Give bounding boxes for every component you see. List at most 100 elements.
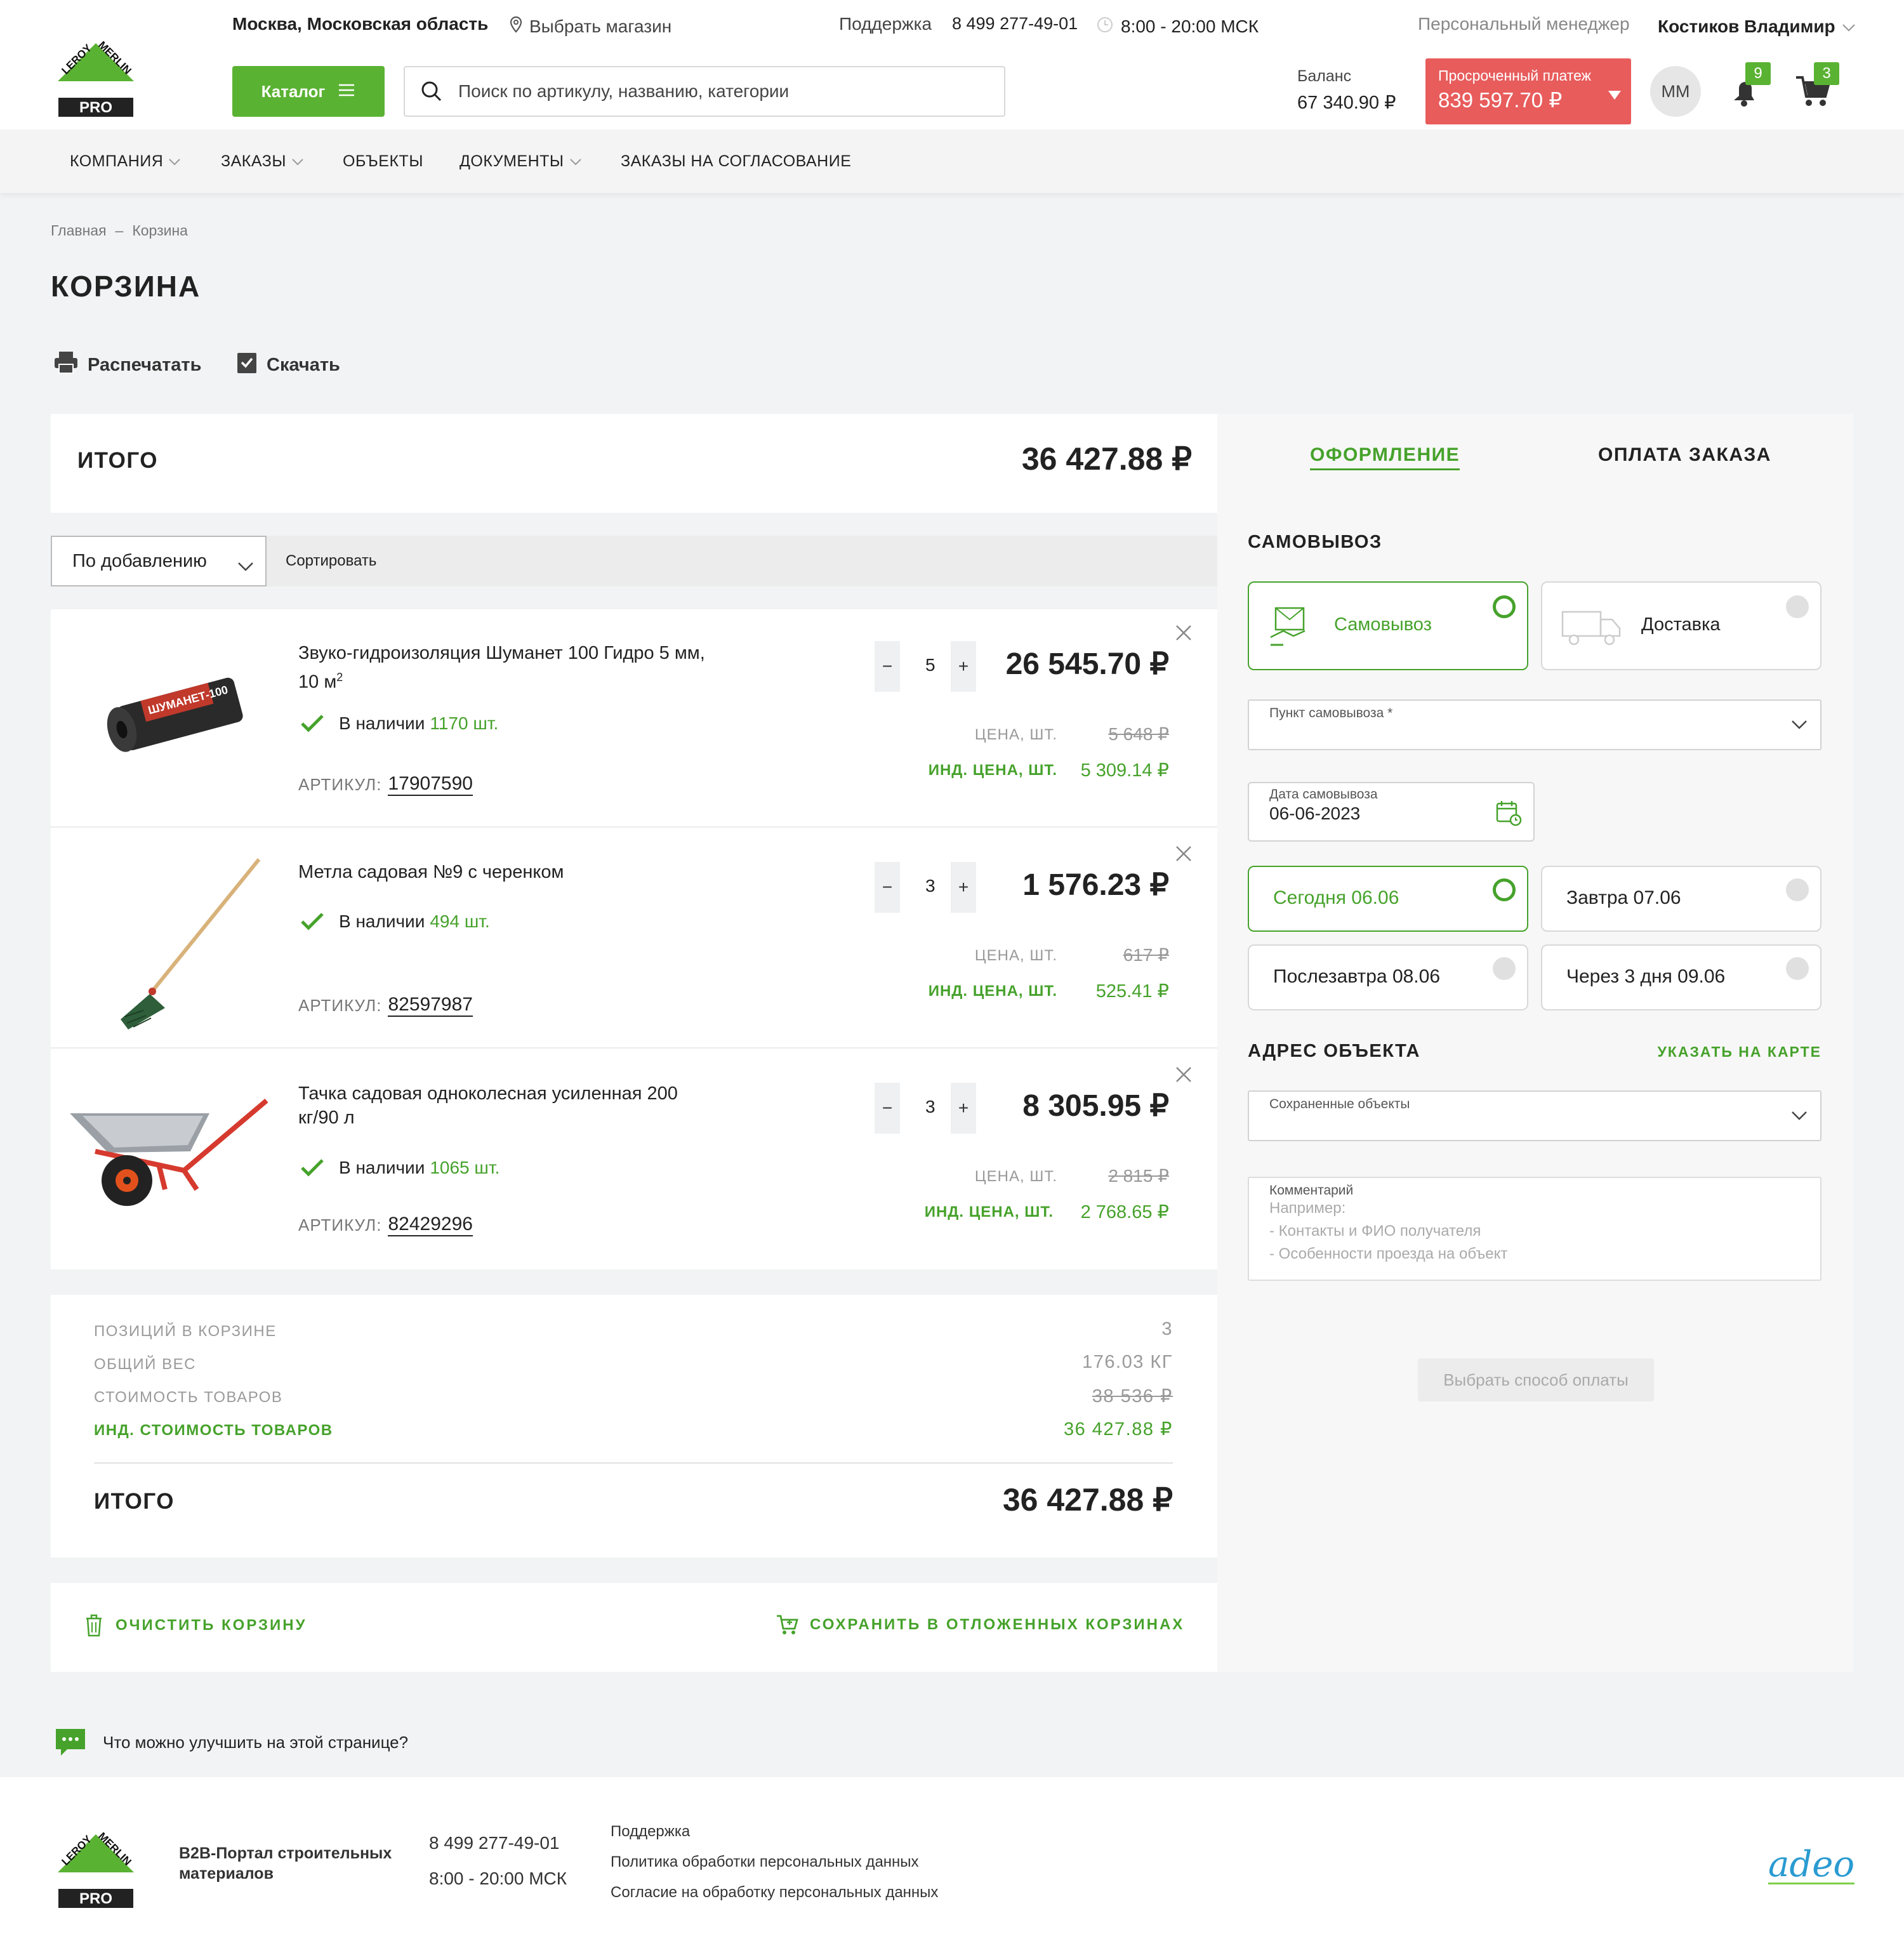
increase-qty-button[interactable]: +	[951, 862, 976, 913]
sort-select[interactable]: По добавлению	[51, 536, 267, 586]
cart-save-icon	[777, 1615, 798, 1634]
leroy-merlin-pro-logo[interactable]: LEROY MERLIN PRO	[55, 37, 137, 119]
nav-label: КОМПАНИЯ	[70, 152, 164, 170]
choose-payment-button[interactable]: Выбрать способ оплаты	[1418, 1358, 1654, 1401]
product-name[interactable]: Звуко-гидроизоляция Шуманет 100 Гидро 5 …	[298, 641, 705, 694]
article-row: АРТИКУЛ: 17907590	[298, 773, 473, 796]
product-image-garden-broom[interactable]	[89, 848, 279, 1036]
nav-item-documents[interactable]: ДОКУМЕНТЫ	[459, 152, 582, 171]
pickup-date-field[interactable]: Дата самовывоза 06-06-2023	[1248, 782, 1535, 842]
tab-checkout[interactable]: ОФОРМЛЕНИЕ	[1310, 444, 1460, 470]
article-label: АРТИКУЛ:	[298, 1215, 382, 1234]
product-image-wheelbarrow[interactable]	[70, 1094, 286, 1226]
footer-logo[interactable]: LEROY MERLIN PRO	[55, 1828, 137, 1915]
tab-payment[interactable]: ОПЛАТА ЗАКАЗА	[1598, 444, 1771, 466]
summary-value: 176.03 КГ	[1082, 1352, 1173, 1372]
product-name[interactable]: Тачка садовая одноколесная усиленная 200…	[298, 1082, 678, 1130]
save-deferred-cart-button[interactable]: СОХРАНИТЬ В ОТЛОЖЕННЫХ КОРЗИНАХ	[776, 1613, 1184, 1636]
printer-icon	[53, 350, 79, 380]
search-icon[interactable]	[420, 80, 443, 107]
article-link[interactable]: 17907590	[388, 773, 473, 796]
day-label: Через 3 дня 09.06	[1566, 966, 1726, 987]
price-label: ЦЕНА, ШТ.	[974, 947, 1057, 964]
balance-value: 67 340.90 ₽	[1297, 93, 1396, 113]
field-label: Сохраненные объекты	[1269, 1097, 1410, 1111]
cart-button[interactable]: 3	[1795, 62, 1839, 114]
product-image-membrane-roll[interactable]: ШУМАНЕТ-100	[95, 666, 260, 772]
breadcrumb-home[interactable]: Главная	[51, 222, 107, 239]
catalog-button[interactable]: Каталог	[232, 66, 385, 117]
chevron-down-icon	[1792, 720, 1807, 729]
decrease-qty-button[interactable]: −	[875, 1083, 900, 1134]
avatar[interactable]: ММ	[1650, 66, 1701, 117]
field-label: Дата самовывоза	[1269, 787, 1378, 802]
product-name[interactable]: Метла садовая №9 с черенком	[298, 862, 564, 883]
bell-icon	[1728, 82, 1763, 113]
ind-price-label: ИНД. ЦЕНА, ШТ.	[928, 983, 1057, 1000]
saved-objects-select[interactable]: Сохраненные объекты	[1248, 1090, 1821, 1141]
chevron-down-icon	[569, 158, 581, 165]
pickup-point-select[interactable]: Пункт самовывоза *	[1248, 699, 1821, 750]
feedback-link[interactable]: Что можно улучшить на этой странице?	[55, 1728, 408, 1757]
nav-item-company[interactable]: КОМПАНИЯ	[70, 152, 181, 171]
remove-item-close-icon[interactable]	[1175, 625, 1192, 645]
day-option-today[interactable]: Сегодня 06.06	[1248, 866, 1528, 932]
stock-qty: 1170 шт.	[430, 713, 499, 733]
option-delivery[interactable]: Доставка	[1541, 581, 1821, 670]
support-phone[interactable]: 8 499 277-49-01	[952, 14, 1078, 39]
chevron-down-icon	[292, 158, 303, 165]
download-button[interactable]: Скачать	[236, 350, 340, 380]
comment-textarea[interactable]: Комментарий Например: - Контакты и ФИО п…	[1248, 1177, 1821, 1281]
footer-link-privacy-policy[interactable]: Политика обработки персональных данных	[611, 1853, 919, 1871]
footer-phone[interactable]: 8 499 277-49-01	[429, 1833, 560, 1853]
manager-label: Персональный менеджер	[1418, 14, 1630, 34]
option-pickup[interactable]: Самовывоз	[1248, 581, 1528, 670]
overdue-payment-dropdown[interactable]: Просроченный платеж 839 597.70 ₽	[1425, 58, 1631, 124]
qty-value[interactable]: 3	[925, 876, 935, 896]
item-sum: 8 305.95 ₽	[1022, 1089, 1169, 1123]
ind-price-value: 5 309.14 ₽	[1080, 760, 1169, 781]
hours-label: 8:00 - 20:00 МСК	[1121, 17, 1259, 36]
radio-unselected	[1786, 957, 1809, 980]
stock-qty: 494 шт.	[430, 911, 490, 931]
increase-qty-button[interactable]: +	[951, 1083, 976, 1134]
show-on-map-link[interactable]: УКАЗАТЬ НА КАРТЕ	[1658, 1043, 1822, 1061]
increase-qty-button[interactable]: +	[951, 641, 976, 692]
remove-item-close-icon[interactable]	[1175, 845, 1192, 866]
calendar-icon[interactable]	[1495, 800, 1522, 826]
breadcrumb-separator: –	[115, 222, 124, 239]
stock-status: В наличии 1170 шт.	[300, 713, 498, 734]
truck-icon	[1561, 611, 1621, 645]
day-option-tomorrow[interactable]: Завтра 07.06	[1541, 866, 1821, 932]
ind-price-value: 2 768.65 ₽	[1080, 1202, 1169, 1222]
article-link[interactable]: 82597987	[388, 994, 473, 1017]
footer-link-support[interactable]: Поддержка	[611, 1823, 690, 1841]
download-icon	[236, 350, 258, 380]
notifications-button[interactable]: 9	[1728, 62, 1771, 114]
nav-item-approval-orders[interactable]: ЗАКАЗЫ НА СОГЛАСОВАНИЕ	[621, 152, 851, 171]
portal-name-line: материалов	[179, 1865, 274, 1883]
chevron-down-icon	[1842, 17, 1856, 37]
article-link[interactable]: 82429296	[388, 1214, 473, 1236]
search-input[interactable]	[458, 67, 1004, 116]
price-value: 2 815 ₽	[1108, 1166, 1169, 1186]
remove-item-close-icon[interactable]	[1175, 1066, 1192, 1087]
qty-value[interactable]: 5	[925, 655, 935, 675]
choose-store-link[interactable]: Выбрать магазин	[509, 14, 671, 39]
day-option-in-3-days[interactable]: Через 3 дня 09.06	[1541, 944, 1821, 1010]
nav-item-orders[interactable]: ЗАКАЗЫ	[221, 152, 304, 171]
radio-unselected	[1493, 957, 1516, 980]
total-value: 36 427.88 ₽	[1021, 441, 1192, 477]
print-button[interactable]: Распечатать	[53, 350, 201, 380]
city-selector[interactable]: Москва, Московская область	[232, 14, 488, 39]
clear-cart-button[interactable]: ОЧИСТИТЬ КОРЗИНУ	[84, 1613, 307, 1638]
decrease-qty-button[interactable]: −	[875, 641, 900, 692]
decrease-qty-button[interactable]: −	[875, 862, 900, 913]
manager-dropdown[interactable]: Костиков Владимир	[1658, 14, 1856, 39]
field-label: Комментарий	[1269, 1183, 1354, 1198]
nav-item-objects[interactable]: ОБЪЕКТЫ	[343, 152, 423, 171]
footer-link-consent[interactable]: Согласие на обработку персональных данны…	[611, 1884, 938, 1902]
product-name-line: 10 м	[298, 672, 337, 692]
qty-value[interactable]: 3	[925, 1097, 935, 1117]
day-option-day-after[interactable]: Послезавтра 08.06	[1248, 944, 1528, 1010]
